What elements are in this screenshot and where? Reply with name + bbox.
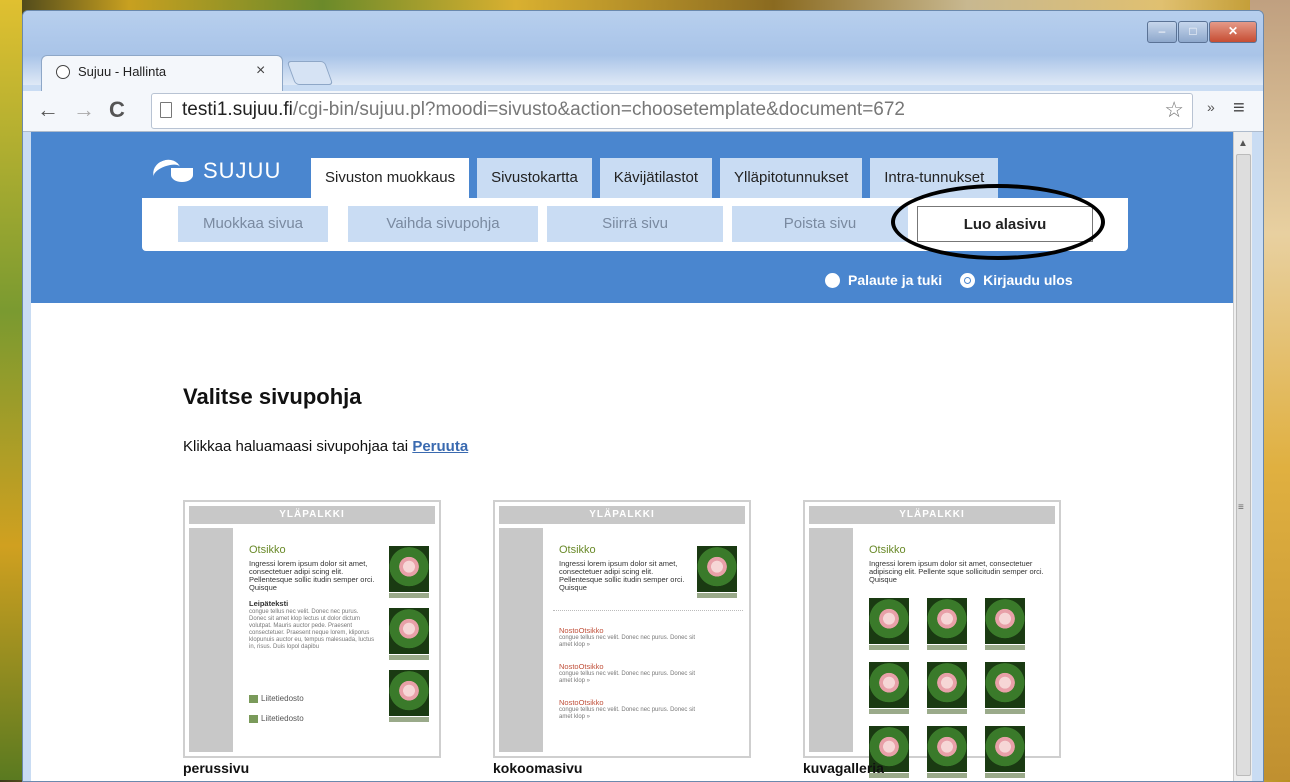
template-lead: Ingressi lorem ipsum dolor sit amet, con… (559, 559, 685, 592)
flower-image-icon (869, 598, 909, 650)
template-top-bar: YLÄPALKKI (809, 506, 1055, 524)
flower-image-icon (985, 726, 1025, 778)
tab-sivuston-muokkaus[interactable]: Sivuston muokkaus (311, 158, 470, 198)
flower-image-icon (927, 726, 967, 778)
tab-kavijatilastot[interactable]: Kävijätilastot (599, 158, 713, 198)
sujuu-logo[interactable]: SUJUU (153, 156, 281, 186)
main-navigation: Sivuston muokkaus Sivustokartta Kävijäti… (311, 158, 1006, 198)
favicon-icon (56, 65, 70, 79)
attachment-icon (249, 694, 258, 703)
logout-link[interactable]: Kirjaudu ulos (960, 272, 1073, 288)
forward-arrow-icon[interactable]: → (73, 97, 95, 123)
scroll-up-arrow-icon[interactable]: ▲ (1238, 138, 1248, 149)
cancel-link[interactable]: Peruuta (412, 438, 468, 455)
power-icon (960, 272, 976, 288)
sub-tab-vaihda-sivupohja[interactable]: Vaihda sivupohja (348, 206, 538, 242)
header-links: Palaute ja tuki Kirjaudu ulos (825, 272, 1091, 288)
vertical-scrollbar[interactable]: ▲ ≡ (1233, 132, 1252, 781)
bird-logo-icon (153, 156, 197, 186)
address-bar[interactable]: testi1.sujuu.fi/cgi-bin/sujuu.pl?moodi=s… (151, 93, 1193, 129)
template-attachment: Liitetiedosto (249, 694, 304, 703)
template-heading: Otsikko (559, 544, 596, 556)
scrollbar-thumb[interactable] (1236, 154, 1251, 776)
template-nosto-title: NostoOtsikko (559, 698, 604, 707)
template-body-heading: Leipäteksti (249, 599, 289, 608)
template-lead: Ingressi lorem ipsum dolor sit amet, con… (869, 559, 1044, 584)
template-nosto-title: NostoOtsikko (559, 662, 604, 671)
template-name-kokoomasivu[interactable]: kokoomasivu (493, 760, 582, 776)
flower-image-icon (869, 662, 909, 714)
browser-toolbar: ← → C testi1.sujuu.fi/cgi-bin/sujuu.pl?m… (23, 91, 1263, 132)
flower-image-icon (985, 598, 1025, 650)
window-controls: – □ ✕ (1146, 21, 1257, 43)
tab-close-icon[interactable]: × (256, 62, 265, 80)
tab-sivustokartta[interactable]: Sivustokartta (477, 158, 592, 198)
flower-image-icon (927, 598, 967, 650)
page-viewport: SUJUU Sivuston muokkaus Sivustokartta Kä… (31, 132, 1233, 781)
template-name-perussivu[interactable]: perussivu (183, 760, 249, 776)
flower-image-icon (985, 662, 1025, 714)
template-separator (553, 610, 743, 611)
scrollbar-grip-icon: ≡ (1238, 502, 1244, 513)
minimize-button[interactable]: – (1147, 21, 1177, 43)
template-attachment: Liitetiedosto (249, 714, 304, 723)
template-heading: Otsikko (249, 544, 286, 556)
reload-icon[interactable]: C (109, 97, 125, 123)
template-sidebar (809, 528, 853, 752)
sub-tab-muokkaa-sivua[interactable]: Muokkaa sivua (178, 206, 328, 242)
template-top-bar: YLÄPALKKI (499, 506, 745, 524)
template-sidebar (499, 528, 543, 752)
close-window-button[interactable]: ✕ (1209, 21, 1257, 43)
template-nosto-text: congue tellus nec velit. Donec nec purus… (559, 671, 696, 684)
desktop-background-left (0, 0, 22, 780)
maximize-button[interactable]: □ (1178, 21, 1208, 43)
template-kokoomasivu[interactable]: YLÄPALKKI Otsikko Ingressi lorem ipsum d… (493, 500, 751, 758)
template-nosto-title: NostoOtsikko (559, 626, 604, 635)
flower-image-icon (389, 608, 429, 660)
flower-image-icon (389, 546, 429, 598)
highlight-ellipse (891, 184, 1105, 260)
template-kuvagalleria[interactable]: YLÄPALKKI Otsikko Ingressi lorem ipsum d… (803, 500, 1061, 778)
template-nosto-text: congue tellus nec velit. Donec nec purus… (559, 707, 696, 720)
template-perussivu[interactable]: YLÄPALKKI Otsikko Ingressi lorem ipsum d… (183, 500, 441, 758)
template-heading: Otsikko (869, 544, 906, 556)
template-sidebar (189, 528, 233, 752)
flower-image-icon (389, 670, 429, 722)
extensions-overflow-icon[interactable]: » (1207, 99, 1215, 115)
template-lead: Ingressi lorem ipsum dolor sit amet, con… (249, 559, 375, 592)
flower-image-icon (927, 662, 967, 714)
speech-bubble-icon (825, 272, 840, 288)
flower-image-icon (697, 546, 737, 598)
attachment-icon (249, 714, 258, 723)
browser-tab[interactable]: Sujuu - Hallinta × (41, 55, 283, 92)
bookmark-star-icon[interactable]: ☆ (1164, 97, 1184, 123)
template-nosto-text: congue tellus nec velit. Donec nec purus… (559, 635, 696, 648)
template-top-bar: YLÄPALKKI (189, 506, 435, 524)
tab-title: Sujuu - Hallinta (78, 64, 167, 79)
back-arrow-icon[interactable]: ← (37, 97, 59, 123)
page-icon (160, 102, 172, 118)
site-header: SUJUU Sivuston muokkaus Sivustokartta Kä… (31, 132, 1233, 303)
tab-yllapitotunnukset[interactable]: Ylläpitotunnukset (720, 158, 863, 198)
template-name-kuvagalleria[interactable]: kuvagalleria (803, 760, 884, 776)
sub-tab-poista-sivu[interactable]: Poista sivu (732, 206, 908, 242)
instruction-text: Klikkaa haluamaasi sivupohjaa tai Peruut… (183, 438, 469, 455)
url-text[interactable]: testi1.sujuu.fi/cgi-bin/sujuu.pl?moodi=s… (182, 99, 905, 121)
browser-menu-icon[interactable]: ≡ (1233, 97, 1245, 120)
page-title: Valitse sivupohja (183, 384, 362, 409)
browser-window: Sujuu - Hallinta × – □ ✕ ← → C testi1.su… (22, 10, 1264, 782)
template-body-text: congue tellus nec velit. Donec nec purus… (249, 609, 375, 650)
feedback-link[interactable]: Palaute ja tuki (825, 272, 942, 288)
sub-tab-siirra-sivu[interactable]: Siirrä sivu (547, 206, 723, 242)
